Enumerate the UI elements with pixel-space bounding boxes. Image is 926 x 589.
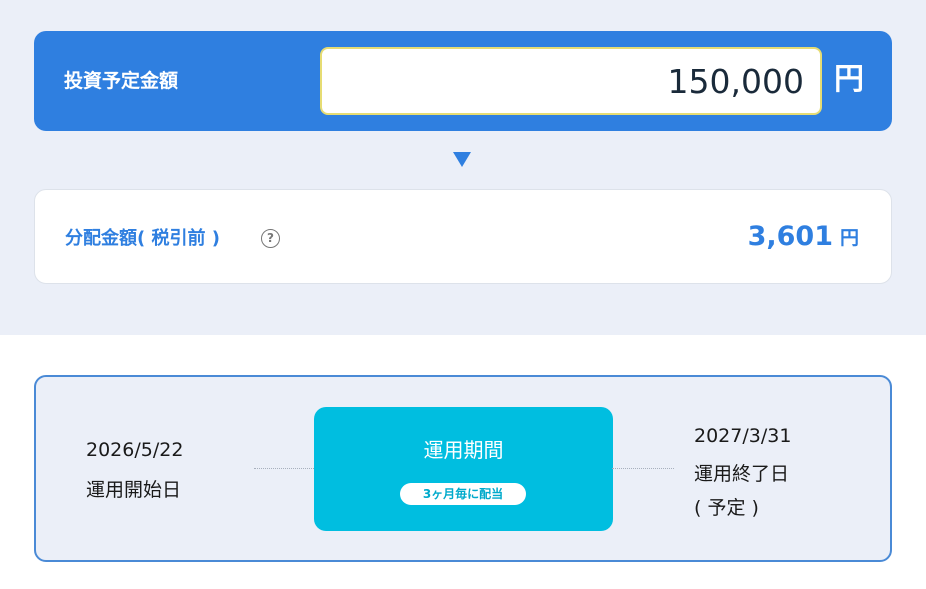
operation-period-box: 運用期間 3ヶ月毎に配当 — [314, 407, 613, 531]
end-date: 2027/3/31 — [694, 425, 792, 447]
down-arrow-icon — [453, 152, 471, 167]
end-date-note: ( 予定 ) — [694, 497, 759, 519]
investment-amount-panel: 投資予定金額 円 — [34, 31, 892, 131]
operation-period-panel: 2026/5/22 運用開始日 運用期間 3ヶ月毎に配当 2027/3/31 運… — [34, 375, 892, 562]
investment-amount-label: 投資予定金額 — [64, 70, 179, 92]
investment-amount-input[interactable] — [320, 47, 822, 115]
calculator-area: 投資予定金額 円 分配金額( 税引前 ) ? 3,601 円 — [0, 0, 926, 335]
distribution-label: 分配金額( 税引前 ) — [65, 228, 220, 249]
dividend-frequency-badge: 3ヶ月毎に配当 — [400, 483, 526, 505]
question-circle-icon[interactable]: ? — [261, 229, 280, 248]
distribution-panel: 分配金額( 税引前 ) ? 3,601 円 — [34, 189, 892, 284]
dotted-connector-right — [612, 468, 674, 469]
start-date: 2026/5/22 — [86, 439, 184, 461]
start-date-label: 運用開始日 — [86, 479, 182, 501]
operation-period-title: 運用期間 — [423, 438, 504, 462]
end-date-label: 運用終了日 — [694, 463, 790, 485]
distribution-unit: 円 — [839, 227, 859, 249]
dotted-connector-left — [254, 468, 314, 469]
investment-unit: 円 — [834, 62, 864, 97]
distribution-value: 3,601 — [747, 221, 833, 252]
